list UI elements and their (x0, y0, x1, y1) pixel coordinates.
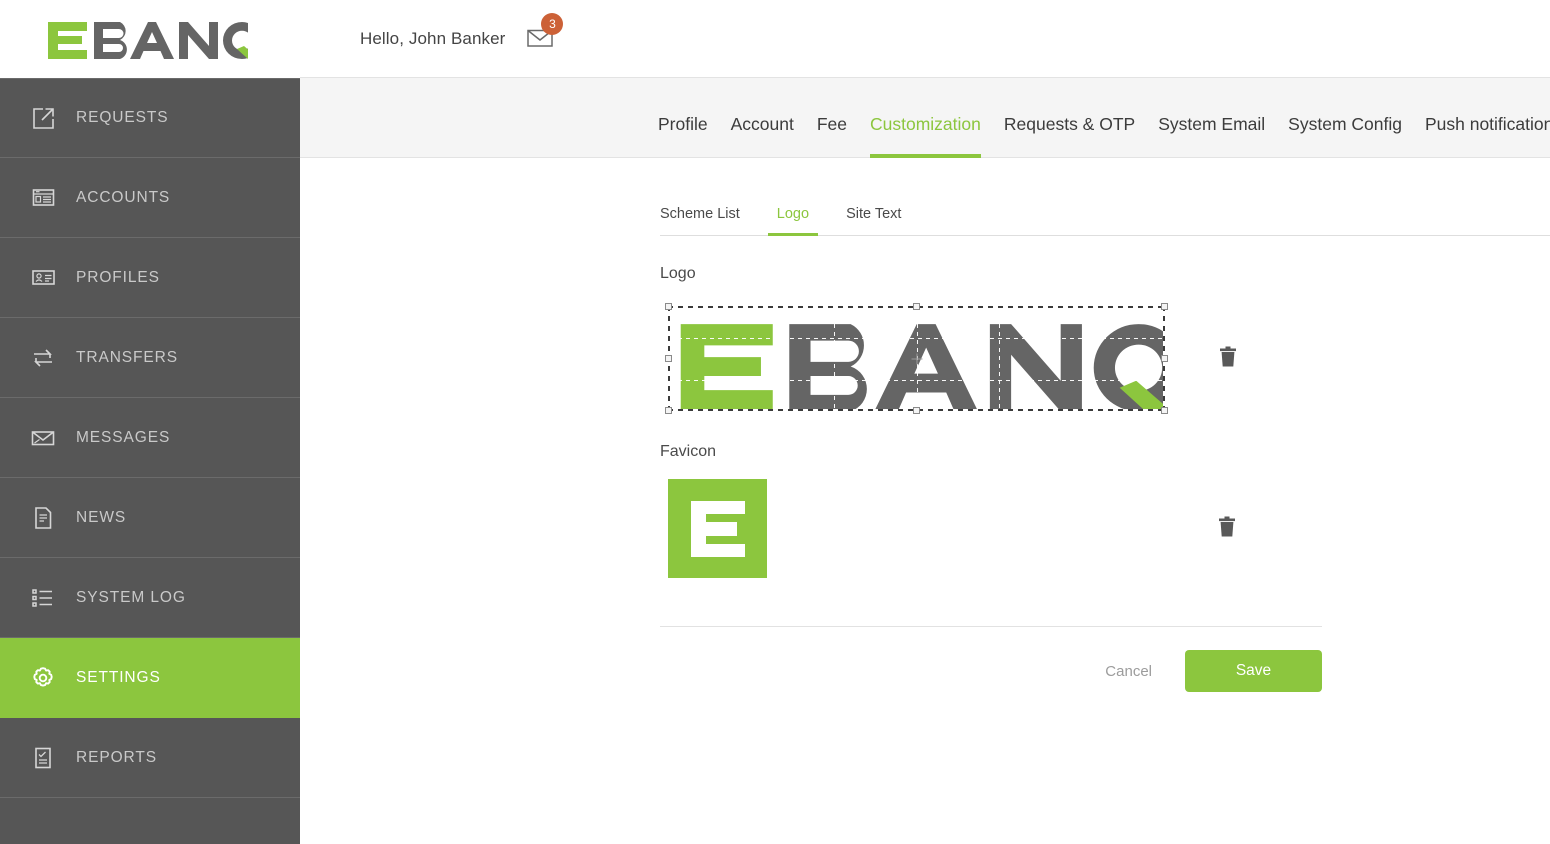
sidebar-item-requests[interactable]: REQUESTS (0, 78, 300, 158)
sidebar-item-label: NEWS (76, 508, 127, 526)
sidebar-item-label: REPORTS (76, 748, 157, 766)
crop-handle-s[interactable] (913, 407, 920, 414)
sidebar-brand-logo[interactable] (0, 0, 300, 78)
customization-subtabs: Scheme List Logo Site Text (660, 194, 1550, 236)
document-icon (20, 505, 66, 531)
sidebar-item-accounts[interactable]: ACCOUNTS (0, 158, 300, 238)
sidebar-item-label: MESSAGES (76, 428, 171, 446)
account-card-icon (20, 185, 66, 210)
tab-profile[interactable]: Profile (658, 114, 708, 157)
sidebar-item-label: SETTINGS (76, 668, 161, 686)
tab-fee[interactable]: Fee (817, 114, 847, 157)
external-link-icon (20, 106, 66, 131)
sidebar-item-transfers[interactable]: TRANSFERS (0, 318, 300, 398)
favicon-preview-image[interactable] (668, 479, 767, 578)
crop-selection[interactable] (665, 303, 1168, 414)
crop-guide-horizontal-2 (670, 379, 1163, 381)
logo-crop-widget[interactable] (665, 303, 1168, 414)
crop-crosshair-icon (911, 353, 922, 364)
crop-guide-vertical-mid (916, 308, 918, 409)
crop-guide-horizontal-1 (670, 337, 1163, 339)
sidebar-nav: REQUESTS ACCOUNTS PROFILES TRANSFERS MES… (0, 78, 300, 821)
app-root: REQUESTS ACCOUNTS PROFILES TRANSFERS MES… (0, 0, 1550, 844)
form-actions: Cancel Save (660, 650, 1322, 692)
trash-icon (1218, 346, 1238, 371)
tab-push-notifications[interactable]: Push notifications (1425, 114, 1550, 157)
sidebar-item-label: SYSTEM LOG (76, 588, 186, 606)
tab-account[interactable]: Account (731, 114, 794, 157)
tab-requests-otp[interactable]: Requests & OTP (1004, 114, 1135, 157)
tab-system-email[interactable]: System Email (1158, 114, 1265, 157)
gear-icon (20, 664, 66, 692)
sidebar-item-settings[interactable]: SETTINGS (0, 638, 300, 718)
save-button[interactable]: Save (1185, 650, 1322, 692)
subtab-site-text[interactable]: Site Text (846, 206, 901, 235)
favicon-media-row (668, 479, 1550, 578)
ebanq-logo-icon (46, 19, 248, 59)
sidebar-filler (0, 821, 300, 844)
messages-badge: 3 (541, 12, 564, 35)
report-icon (20, 745, 66, 771)
sidebar-item-news[interactable]: NEWS (0, 478, 300, 558)
favicon-letter-e-icon (690, 500, 745, 557)
tab-system-config[interactable]: System Config (1288, 114, 1402, 157)
subtab-logo[interactable]: Logo (767, 206, 819, 236)
sidebar-item-reports[interactable]: REPORTS (0, 718, 300, 798)
sidebar-item-label: ACCOUNTS (76, 188, 171, 206)
crop-handle-e[interactable] (1161, 355, 1168, 362)
delete-logo-button[interactable] (1218, 346, 1238, 371)
crop-guide-vertical-1 (833, 308, 835, 409)
crop-handle-n[interactable] (913, 303, 920, 310)
sidebar-item-system-log[interactable]: SYSTEM LOG (0, 558, 300, 638)
id-card-icon (20, 265, 66, 290)
messages-button[interactable]: 3 (527, 12, 564, 56)
crop-guide-vertical-2 (999, 308, 1000, 409)
sidebar-item-messages[interactable]: MESSAGES (0, 398, 300, 478)
trash-icon (1217, 516, 1237, 541)
subtab-scheme-list[interactable]: Scheme List (660, 206, 740, 235)
content-area: Scheme List Logo Site Text Logo Favicon … (300, 158, 1550, 844)
settings-tabs: Profile Account Fee Customization Reques… (300, 78, 1550, 158)
sidebar: REQUESTS ACCOUNTS PROFILES TRANSFERS MES… (0, 0, 300, 844)
crop-handle-se[interactable] (1161, 407, 1168, 414)
delete-favicon-button[interactable] (1217, 516, 1237, 541)
form-divider (660, 626, 1322, 627)
favicon-field-label: Favicon (660, 443, 717, 460)
transfer-arrows-icon (20, 345, 66, 371)
list-icon (20, 585, 66, 611)
logo-media-row (665, 283, 1550, 414)
sidebar-item-label: REQUESTS (76, 109, 169, 126)
crop-handle-nw[interactable] (665, 303, 672, 310)
envelope-icon (20, 425, 66, 451)
logo-field-label: Logo (660, 265, 696, 282)
cancel-button[interactable]: Cancel (1105, 663, 1152, 680)
sidebar-item-label: TRANSFERS (76, 348, 178, 366)
main-area: Hello, John Banker 3 Log Out Profile Acc… (300, 0, 1550, 844)
topbar: Hello, John Banker 3 Log Out (300, 0, 1550, 78)
crop-handle-w[interactable] (665, 355, 672, 362)
tab-customization[interactable]: Customization (870, 114, 981, 158)
greeting-text: Hello, John Banker (360, 28, 506, 48)
sidebar-item-label: PROFILES (76, 268, 160, 286)
sidebar-item-profiles[interactable]: PROFILES (0, 238, 300, 318)
crop-handle-ne[interactable] (1161, 303, 1168, 310)
crop-handle-sw[interactable] (665, 407, 672, 414)
